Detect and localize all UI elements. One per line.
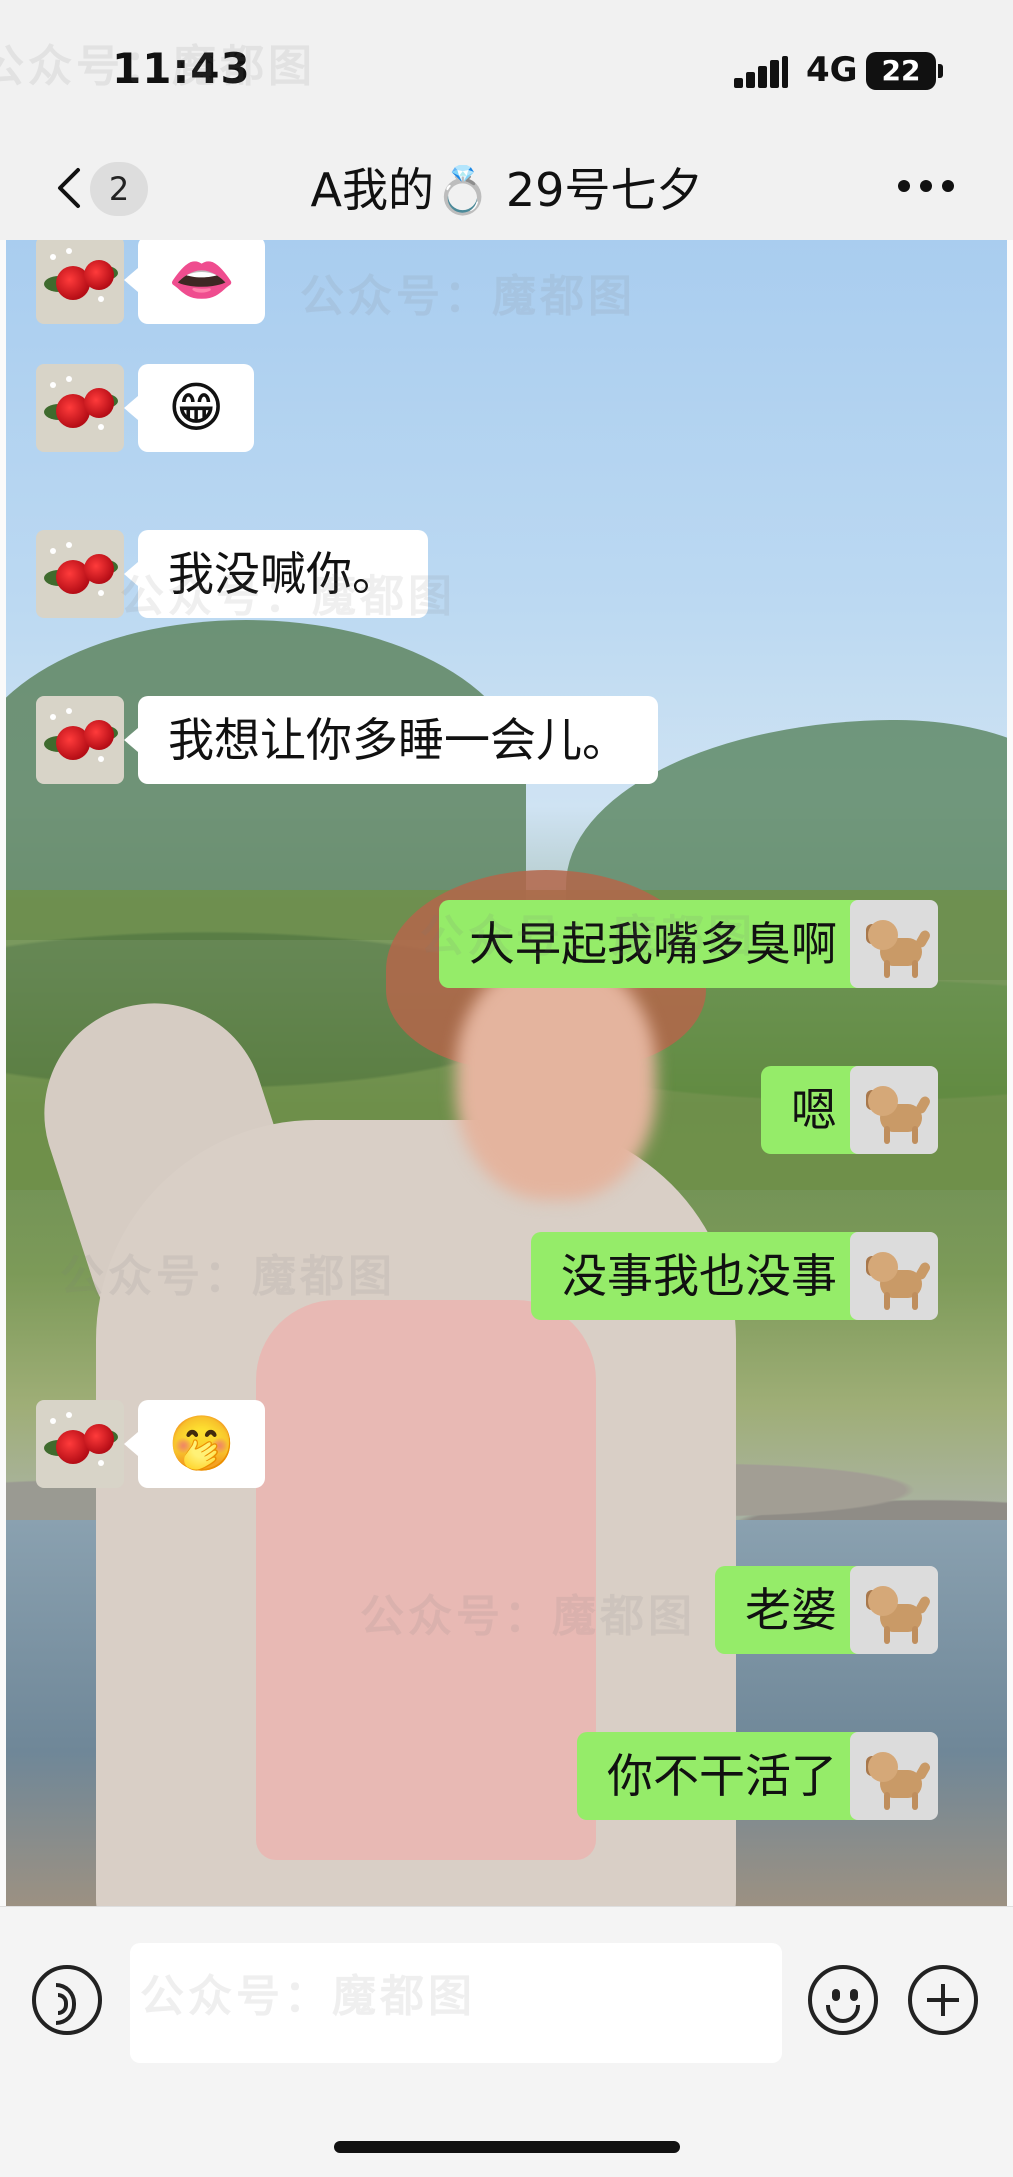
battery-nub [938,64,943,78]
self-avatar[interactable] [850,1566,938,1654]
wallpaper-person-dress [256,1300,596,1860]
message-bubble[interactable]: 😁 [123,364,255,452]
status-time: 11:43 [112,44,251,93]
signal-icon [734,56,790,88]
message-bubble[interactable]: 老婆 [715,1566,881,1654]
self-avatar[interactable] [850,1732,938,1820]
status-bar: 11:43 4G 22 [0,0,1013,140]
message-input[interactable] [130,1943,782,2063]
contact-avatar[interactable] [36,364,124,452]
contact-avatar[interactable] [36,696,124,784]
network-type: 4G [806,50,858,90]
voice-icon[interactable] [32,1965,102,2035]
phone-screen: 11:43 4G 22 2 A我的💍 29号七夕 👄 😁 我没喊你。 我想让你多… [0,0,1013,2177]
chat-header: 2 A我的💍 29号七夕 [0,140,1013,240]
contact-avatar[interactable] [36,530,124,618]
message-bubble[interactable]: 我没喊你。 [124,530,428,618]
message-bubble[interactable]: 没事我也没事 [531,1232,881,1320]
battery-icon: 22 [866,52,936,90]
self-avatar[interactable] [850,1066,938,1154]
contact-avatar[interactable] [36,240,124,324]
message-bubble[interactable]: 🤭 [123,1400,266,1488]
message-bubble[interactable]: 我想让你多睡一会儿。 [124,696,658,784]
message-bubble[interactable]: 你不干活了 [577,1732,881,1820]
self-avatar[interactable] [850,1232,938,1320]
plus-icon[interactable] [908,1965,978,2035]
wallpaper-person-face-blurred [456,960,656,1200]
home-indicator[interactable] [334,2141,680,2153]
message-bubble[interactable]: 👄 [123,240,266,324]
emoji-icon[interactable] [808,1965,878,2035]
contact-avatar[interactable] [36,1400,124,1488]
more-options-icon[interactable] [898,180,958,194]
self-avatar[interactable] [850,900,938,988]
message-input-bar [0,1906,1013,2177]
message-bubble[interactable]: 大早起我嘴多臭啊 [439,900,881,988]
chat-message-list[interactable]: 👄 😁 我没喊你。 我想让你多睡一会儿。 大早起我嘴多臭啊 嗯 没事我也没事 🤭… [6,240,1007,1906]
chat-title: A我的💍 29号七夕 [310,163,703,217]
